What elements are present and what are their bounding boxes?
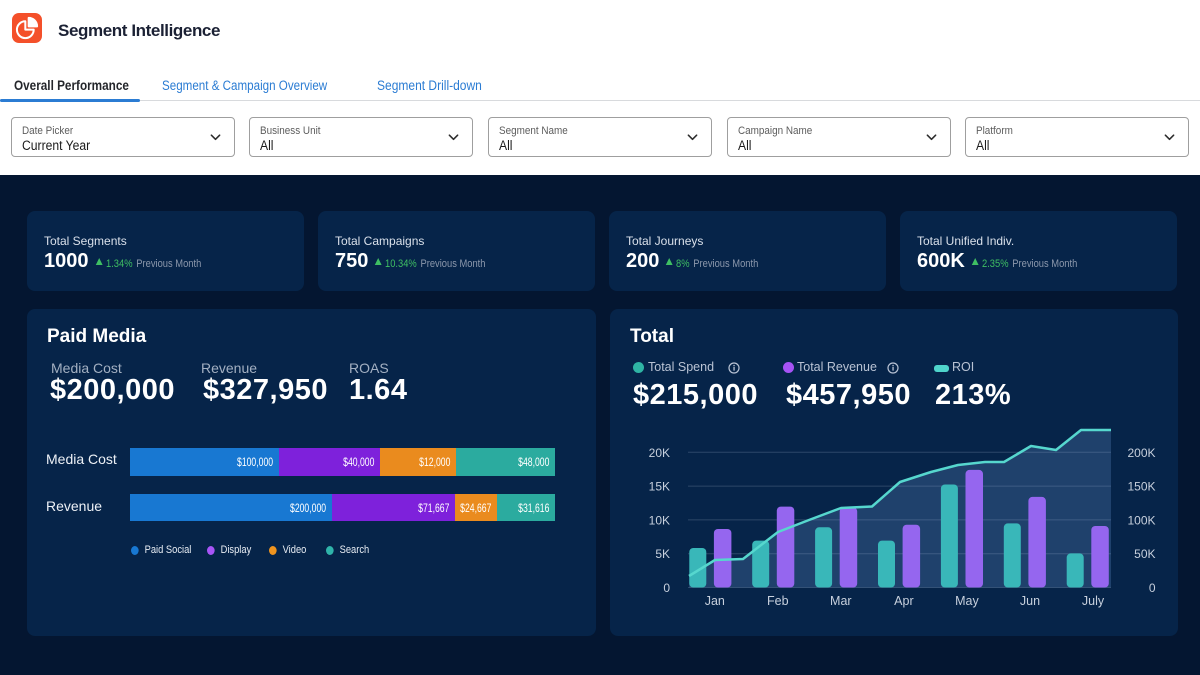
svg-text:July: July <box>1082 594 1105 608</box>
svg-text:Jan: Jan <box>705 594 725 608</box>
svg-text:20K: 20K <box>649 446 670 460</box>
svg-text:5K: 5K <box>655 547 670 561</box>
svg-text:50K: 50K <box>1134 547 1155 561</box>
svg-text:100K: 100K <box>1127 513 1155 527</box>
svg-text:0: 0 <box>663 581 670 595</box>
svg-text:200K: 200K <box>1127 446 1155 460</box>
svg-text:Apr: Apr <box>894 594 913 608</box>
svg-text:Feb: Feb <box>767 594 789 608</box>
svg-text:May: May <box>955 594 979 608</box>
svg-text:0: 0 <box>1149 581 1156 595</box>
svg-text:Jun: Jun <box>1020 594 1040 608</box>
svg-text:15K: 15K <box>649 480 670 494</box>
svg-text:Mar: Mar <box>830 594 852 608</box>
svg-text:10K: 10K <box>649 513 670 527</box>
svg-text:150K: 150K <box>1127 480 1155 494</box>
